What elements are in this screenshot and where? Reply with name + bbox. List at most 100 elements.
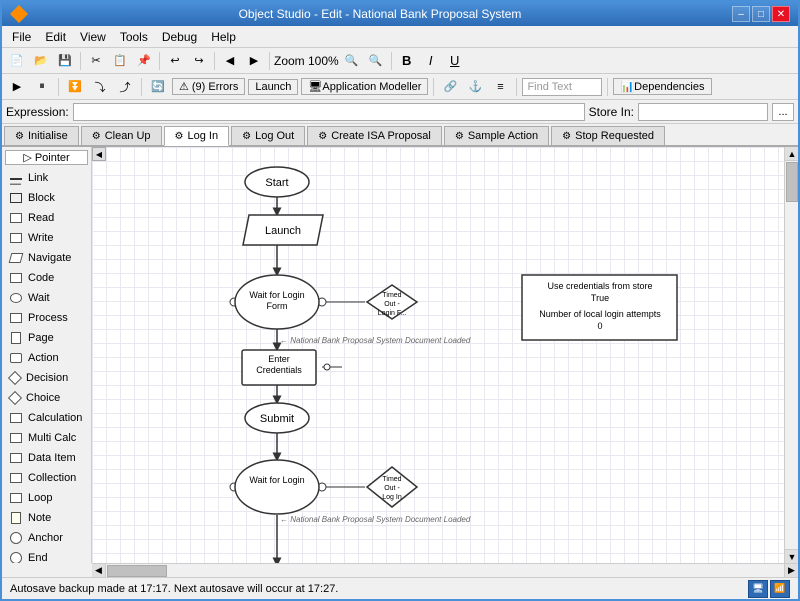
tool-collection[interactable]: Collection [2, 468, 91, 488]
tab-cleanup[interactable]: ⚙ Clean Up [81, 126, 162, 145]
tool-choice[interactable]: Choice [2, 388, 91, 408]
sep2 [159, 52, 160, 70]
redo-button[interactable]: ↪ [188, 50, 210, 72]
tool-anchor[interactable]: Anchor [2, 528, 91, 548]
menu-debug[interactable]: Debug [156, 28, 203, 46]
end-icon [8, 551, 24, 563]
copy-button[interactable]: 📋 [109, 50, 131, 72]
menu-tools[interactable]: Tools [114, 28, 154, 46]
bold-button[interactable]: B [396, 50, 418, 72]
scroll-right[interactable]: ▶ [784, 564, 798, 578]
tool-code[interactable]: Code [2, 268, 91, 288]
menu-file[interactable]: File [6, 28, 37, 46]
minimize-button[interactable]: – [732, 6, 750, 22]
tab-create-isa[interactable]: ⚙ Create ISA Proposal [307, 126, 442, 145]
tool-page[interactable]: Page [2, 328, 91, 348]
link-button[interactable]: 🔗 [439, 76, 461, 98]
v-scrollbar[interactable]: ▲ ▼ [784, 147, 798, 563]
tool-loop[interactable]: Loop [2, 488, 91, 508]
menu-help[interactable]: Help [205, 28, 242, 46]
close-button[interactable]: ✕ [772, 6, 790, 22]
step-over-button[interactable]: ⤵ [89, 76, 111, 98]
link-icon: — [8, 171, 24, 185]
refresh-button[interactable]: 🔄 [147, 76, 169, 98]
scroll-left[interactable]: ◀ [92, 564, 106, 578]
paste-button[interactable]: 📌 [133, 50, 155, 72]
window-title: Object Studio - Edit - National Bank Pro… [28, 7, 732, 21]
expression-input[interactable] [73, 103, 585, 121]
status-icon-1[interactable]: 🖥 [748, 580, 768, 598]
underline-button[interactable]: U [444, 50, 466, 72]
anchor-button[interactable]: ⚓ [464, 76, 486, 98]
new-button[interactable]: 📄 [6, 50, 28, 72]
tool-decision[interactable]: Decision [2, 368, 91, 388]
tool-read[interactable]: Read [2, 208, 91, 228]
tool-block[interactable]: Block [2, 188, 91, 208]
back-button[interactable]: ◀ [219, 50, 241, 72]
tool-action[interactable]: Action [2, 348, 91, 368]
align-button[interactable]: ≡ [489, 76, 511, 98]
tab-stop[interactable]: ⚙ Stop Requested [551, 126, 665, 145]
svg-text:Out -: Out - [384, 485, 400, 492]
tab-initialise[interactable]: ⚙ Initialise [4, 126, 79, 145]
pointer-tool[interactable]: ▷ Pointer [5, 150, 88, 165]
sep8 [433, 78, 434, 96]
canvas-container: ◀ [92, 147, 798, 563]
appmod-button[interactable]: 🖥Application Modeller [301, 78, 428, 95]
errors-button[interactable]: ⚠(9) Errors [172, 78, 245, 95]
h-scrollbar[interactable]: ◀ ▶ [92, 563, 798, 577]
tool-end[interactable]: End [2, 548, 91, 563]
store-in-input[interactable] [638, 103, 768, 121]
sep5 [391, 52, 392, 70]
anchor-icon [8, 531, 24, 545]
status-message: Autosave backup made at 17:17. Next auto… [10, 583, 338, 595]
tool-calculation[interactable]: Calculation [2, 408, 91, 428]
svg-text:Timed: Timed [382, 292, 401, 299]
forward-button[interactable]: ▶ [243, 50, 265, 72]
h-scroll-thumb[interactable] [107, 565, 167, 577]
tool-wait[interactable]: Wait [2, 288, 91, 308]
undo-button[interactable]: ↩ [164, 50, 186, 72]
toolbar1: 📄 📂 💾 ✂ 📋 📌 ↩ ↪ ◀ ▶ Zoom 100% 🔍 🔍 B I U [2, 48, 798, 74]
tool-note[interactable]: Note [2, 508, 91, 528]
tab-logout[interactable]: ⚙ Log Out [231, 126, 305, 145]
expression-bar: Expression: Store In: ... [2, 100, 798, 124]
zoom-label: Zoom 100% [274, 54, 339, 68]
step-in-button[interactable]: ⏬ [64, 76, 86, 98]
status-icon-2[interactable]: 📶 [770, 580, 790, 598]
tab-sample-action[interactable]: ⚙ Sample Action [444, 126, 549, 145]
cut-button[interactable]: ✂ [85, 50, 107, 72]
tool-dataitem[interactable]: Data Item [2, 448, 91, 468]
collection-icon [8, 471, 24, 485]
run-button[interactable]: ▶ [6, 76, 28, 98]
menu-edit[interactable]: Edit [39, 28, 72, 46]
zoom-in-button[interactable]: 🔍 [341, 50, 363, 72]
launch-button[interactable]: Launch [248, 79, 298, 95]
save-button[interactable]: 💾 [54, 50, 76, 72]
workspace: ▷ Pointer — Link Block Read Write [2, 147, 798, 563]
tool-link[interactable]: — Link [2, 168, 91, 188]
tab-login[interactable]: ⚙ Log In [164, 126, 230, 146]
tab-icon-logout: ⚙ [242, 131, 251, 142]
canvas-scroll[interactable]: ← National Bank Proposal System Document… [92, 147, 798, 563]
tool-navigate[interactable]: Navigate [2, 248, 91, 268]
open-button[interactable]: 📂 [30, 50, 52, 72]
scroll-thumb[interactable] [786, 162, 798, 202]
find-text-input[interactable]: Find Text [522, 78, 602, 96]
tool-write[interactable]: Write [2, 228, 91, 248]
menu-view[interactable]: View [74, 28, 112, 46]
scroll-down[interactable]: ▼ [785, 549, 798, 563]
tool-process[interactable]: Process [2, 308, 91, 328]
maximize-button[interactable]: □ [752, 6, 770, 22]
step-out-button[interactable]: ⤴ [114, 76, 136, 98]
svg-text:← National Bank Proposal Syste: ← National Bank Proposal System Document… [280, 336, 471, 345]
dependencies-button[interactable]: 📊Dependencies [613, 78, 711, 95]
svg-text:Wait for Login: Wait for Login [249, 290, 304, 300]
collapse-button[interactable]: ◀ [92, 147, 106, 161]
scroll-up[interactable]: ▲ [785, 147, 798, 161]
pause-button[interactable]: ⏸ [31, 76, 53, 98]
italic-button[interactable]: I [420, 50, 442, 72]
tool-multicalc[interactable]: Multi Calc [2, 428, 91, 448]
store-in-browse[interactable]: ... [772, 103, 794, 121]
zoom-out-button[interactable]: 🔍 [365, 50, 387, 72]
